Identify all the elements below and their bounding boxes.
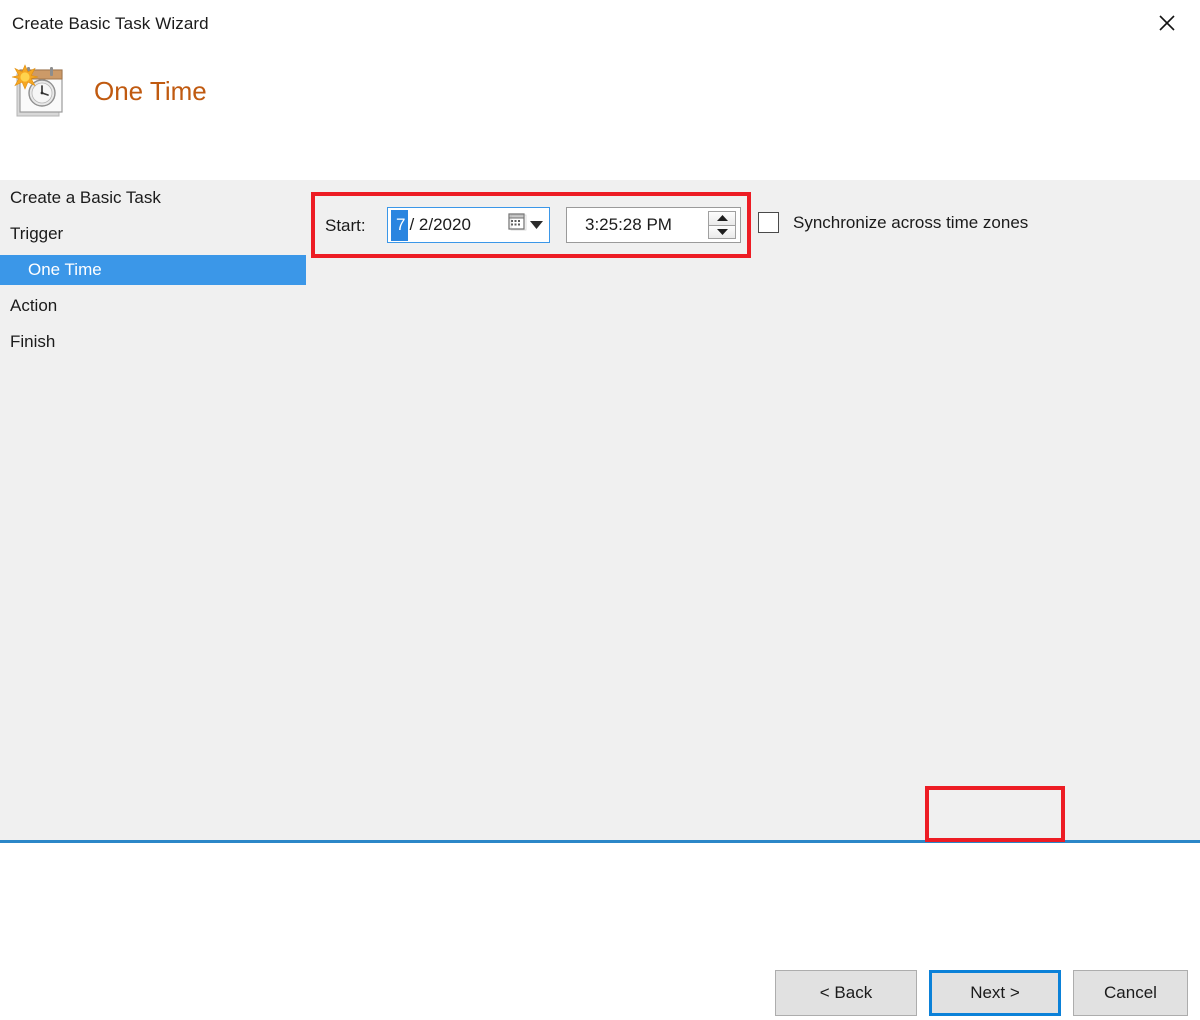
synchronize-label: Synchronize across time zones (793, 212, 1029, 232)
sidebar-item-label: Finish (10, 332, 56, 351)
back-button[interactable]: < Back (775, 970, 917, 1016)
cancel-button[interactable]: Cancel (1073, 970, 1188, 1016)
spinner-down-icon[interactable] (708, 225, 736, 239)
wizard-window: Create Basic Task Wizard One Time Create… (0, 0, 1200, 1016)
calendar-dropdown-button[interactable] (508, 213, 543, 237)
wizard-body: Create a Basic Task Trigger One Time Act… (0, 180, 1200, 1016)
chevron-down-icon (530, 216, 543, 234)
start-settings-row: Start: 7 / 2/2020 3:25:28 PM Synchronize… (0, 180, 1200, 260)
start-time-value: 3:25:28 PM (585, 215, 672, 234)
start-date-input[interactable]: 7 / 2/2020 (387, 207, 550, 243)
wizard-footer: < Back Next > Cancel (0, 970, 1200, 1020)
page-header: One Time (0, 52, 1200, 180)
one-time-calendar-clock-icon (10, 60, 72, 122)
calendar-icon (508, 213, 527, 237)
next-button[interactable]: Next > (929, 970, 1061, 1016)
page-title: One Time (94, 76, 207, 106)
title-bar: Create Basic Task Wizard (0, 0, 1200, 52)
sidebar-item-action[interactable]: Action (0, 288, 306, 324)
spinner-up-icon[interactable] (708, 211, 736, 226)
synchronize-checkbox[interactable] (758, 212, 779, 233)
start-time-input[interactable]: 3:25:28 PM (566, 207, 741, 243)
sidebar-item-label: Action (10, 296, 58, 315)
date-remainder-segment[interactable]: / 2/2020 (409, 215, 470, 235)
synchronize-across-time-zones-row[interactable]: Synchronize across time zones (758, 212, 1028, 233)
window-title: Create Basic Task Wizard (12, 14, 209, 33)
sidebar-item-finish[interactable]: Finish (0, 324, 306, 360)
close-icon[interactable] (1134, 0, 1200, 46)
start-label: Start: (325, 216, 366, 235)
time-spinner[interactable] (708, 211, 736, 239)
sidebar-item-label: One Time (28, 260, 102, 279)
date-month-segment[interactable]: 7 (391, 209, 409, 241)
